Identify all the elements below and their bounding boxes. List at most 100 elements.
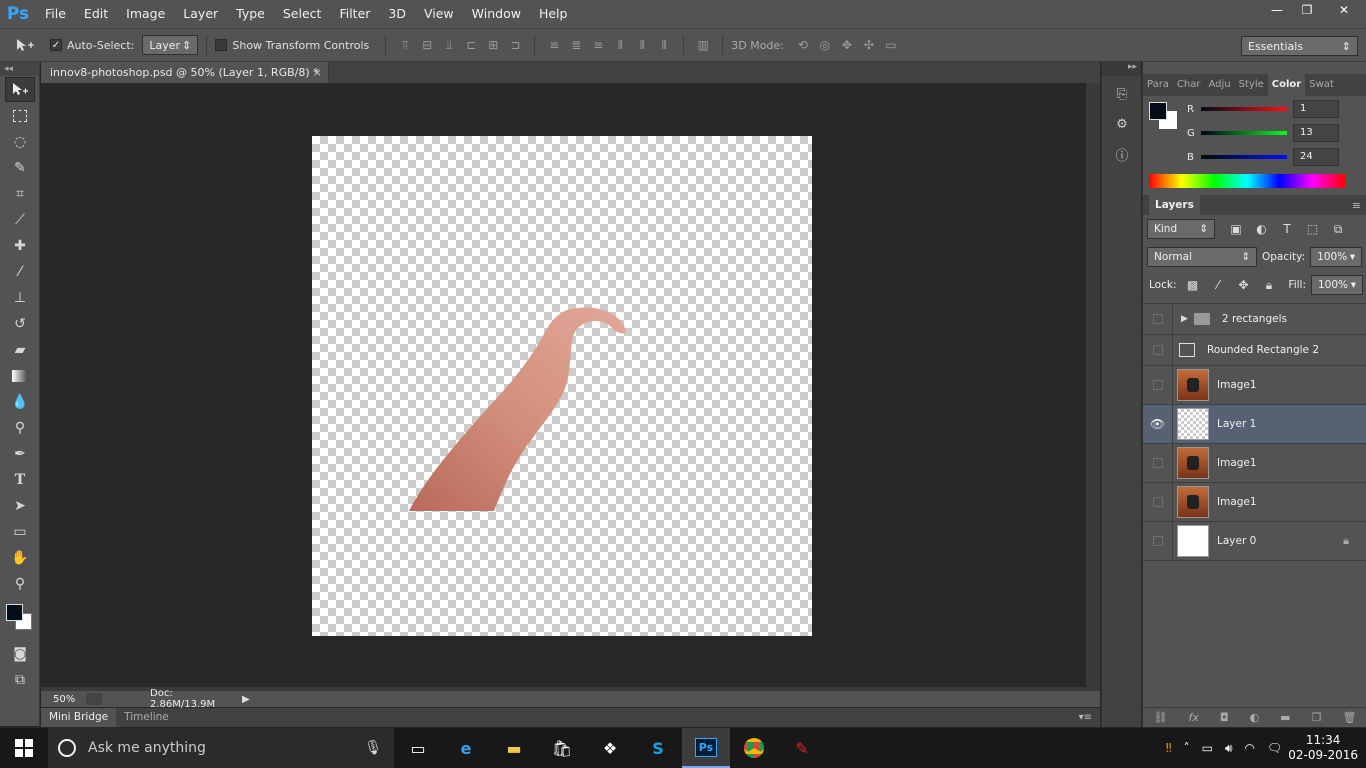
delete-layer-icon[interactable]: 🗑︎ bbox=[1342, 711, 1356, 724]
blue-value-input[interactable]: 24 bbox=[1293, 148, 1339, 166]
info-panel-icon[interactable]: ⓘ bbox=[1110, 142, 1134, 166]
layers-panel-title[interactable]: Layers bbox=[1149, 195, 1200, 215]
visibility-toggle[interactable]: 👁︎ bbox=[1143, 405, 1173, 443]
expand-arrow-icon[interactable]: ▶ bbox=[1181, 314, 1188, 324]
layer-row[interactable]: Image1 bbox=[1143, 366, 1366, 405]
auto-select-dropdown[interactable]: Layer ⇕ bbox=[142, 35, 199, 55]
menu-window[interactable]: Window bbox=[463, 0, 530, 28]
link-layers-icon[interactable]: ⛓ bbox=[1154, 711, 1168, 724]
dropbox-icon[interactable]: ❖ bbox=[586, 728, 634, 768]
notification-badge-icon[interactable]: ‼ bbox=[1166, 741, 1172, 755]
color-foreground-swatch[interactable] bbox=[1149, 102, 1167, 120]
layer-style-icon[interactable]: fx bbox=[1188, 711, 1198, 724]
pen-tool-icon[interactable]: ✒ bbox=[5, 441, 35, 466]
visibility-toggle[interactable] bbox=[1143, 522, 1173, 560]
visibility-toggle[interactable] bbox=[1143, 444, 1173, 482]
show-hidden-icons-icon[interactable]: ˄ bbox=[1184, 741, 1190, 755]
edge-icon[interactable]: e bbox=[442, 728, 490, 768]
lasso-tool-icon[interactable]: ◌ bbox=[5, 129, 35, 154]
foreground-color-swatch[interactable] bbox=[6, 604, 23, 621]
chrome-icon[interactable] bbox=[730, 728, 778, 768]
microphone-icon[interactable]: 🎙︎ bbox=[364, 740, 382, 756]
clone-stamp-tool-icon[interactable]: ⊥ bbox=[5, 285, 35, 310]
show-transform-checkbox[interactable] bbox=[215, 39, 228, 51]
task-view-icon[interactable]: ▭ bbox=[394, 728, 442, 768]
toolbox-header[interactable]: ◂◂ bbox=[0, 62, 39, 76]
panel-menu-icon[interactable]: ▾≡ bbox=[1079, 712, 1092, 723]
history-panel-icon[interactable]: ⎘ bbox=[1110, 82, 1134, 106]
3d-scale-icon[interactable]: ▭ bbox=[880, 35, 902, 55]
tab-adjustments[interactable]: Adju bbox=[1205, 74, 1235, 96]
minimize-button[interactable]: — bbox=[1262, 0, 1292, 20]
blend-mode-dropdown[interactable]: Normal ⇕ bbox=[1147, 247, 1257, 267]
quick-mask-icon[interactable]: ◙ bbox=[5, 641, 35, 666]
visibility-toggle[interactable] bbox=[1143, 304, 1173, 334]
visibility-toggle[interactable] bbox=[1143, 335, 1173, 365]
auto-align-icon[interactable]: ▥ bbox=[692, 35, 714, 55]
screen-mode-icon[interactable]: ⧉ bbox=[5, 667, 35, 692]
3d-pan-icon[interactable]: ✥ bbox=[836, 35, 858, 55]
menu-image[interactable]: Image bbox=[117, 0, 174, 28]
menu-file[interactable]: File bbox=[36, 0, 75, 28]
lock-transparent-icon[interactable]: ▩ bbox=[1181, 278, 1203, 292]
dock-collapse-icon[interactable]: ▸▸ bbox=[1102, 62, 1141, 76]
menu-select[interactable]: Select bbox=[274, 0, 331, 28]
zoom-level[interactable]: 50% bbox=[41, 694, 86, 705]
cortana-search[interactable]: Ask me anything 🎙︎ bbox=[48, 728, 394, 768]
history-brush-tool-icon[interactable]: ↺ bbox=[5, 311, 35, 336]
wifi-icon[interactable]: ◠ bbox=[1245, 741, 1255, 755]
type-tool-icon[interactable]: T bbox=[5, 467, 35, 492]
filter-smart-object-icon[interactable]: ⧉ bbox=[1327, 222, 1349, 237]
filter-pixel-icon[interactable]: ▣ bbox=[1225, 222, 1247, 236]
menu-help[interactable]: Help bbox=[530, 0, 577, 28]
align-vcenter-icon[interactable]: ⊟ bbox=[416, 35, 438, 55]
3d-roll-icon[interactable]: ◎ bbox=[814, 35, 836, 55]
status-menu-arrow-icon[interactable]: ▶ bbox=[242, 694, 250, 705]
acrobat-icon[interactable]: ✎ bbox=[778, 728, 826, 768]
document-canvas[interactable] bbox=[312, 136, 812, 636]
brush-tool-icon[interactable]: ⁄ bbox=[5, 259, 35, 284]
blue-slider[interactable] bbox=[1201, 155, 1287, 159]
layer-row[interactable]: ▶ 2 rectangels bbox=[1143, 304, 1366, 335]
dodge-tool-icon[interactable]: ⚲ bbox=[5, 415, 35, 440]
align-top-icon[interactable]: ⫪ bbox=[394, 35, 416, 55]
align-bottom-icon[interactable]: ⫫ bbox=[438, 35, 460, 55]
zoom-tool-icon[interactable]: ⚲ bbox=[5, 571, 35, 596]
tab-mini-bridge[interactable]: Mini Bridge bbox=[41, 708, 117, 727]
gradient-tool-icon[interactable] bbox=[5, 363, 35, 388]
rectangle-tool-icon[interactable]: ▭ bbox=[5, 519, 35, 544]
new-layer-icon[interactable]: ❐ bbox=[1312, 711, 1322, 724]
distribute-top-icon[interactable]: ≡ bbox=[543, 35, 565, 55]
fill-input[interactable]: 100% ▾ bbox=[1311, 275, 1363, 295]
red-value-input[interactable]: 1 bbox=[1293, 100, 1339, 118]
action-center-icon[interactable]: 🗨︎ bbox=[1267, 741, 1282, 755]
layer-row-selected[interactable]: 👁︎ Layer 1 bbox=[1143, 405, 1366, 444]
tab-character[interactable]: Char bbox=[1173, 74, 1205, 96]
start-button[interactable] bbox=[0, 728, 48, 768]
align-right-icon[interactable]: ⊐ bbox=[504, 35, 526, 55]
blur-tool-icon[interactable]: 💧 bbox=[5, 389, 35, 414]
healing-brush-tool-icon[interactable]: ✚ bbox=[5, 233, 35, 258]
close-tab-icon[interactable]: × bbox=[313, 62, 322, 83]
clock[interactable]: 11:34 02-09-2016 bbox=[1288, 733, 1358, 763]
new-group-icon[interactable]: ▬ bbox=[1280, 711, 1290, 724]
filter-kind-dropdown[interactable]: Kind ⇕ bbox=[1147, 219, 1215, 239]
distribute-left-icon[interactable]: ⦀ bbox=[609, 35, 631, 55]
red-slider[interactable] bbox=[1201, 107, 1287, 111]
menu-type[interactable]: Type bbox=[227, 0, 274, 28]
battery-icon[interactable]: ▭ bbox=[1202, 741, 1213, 755]
vertical-scrollbar[interactable] bbox=[1086, 83, 1100, 687]
hand-tool-icon[interactable]: ✋ bbox=[5, 545, 35, 570]
opacity-input[interactable]: 100% ▾ bbox=[1310, 247, 1363, 267]
menu-layer[interactable]: Layer bbox=[174, 0, 227, 28]
layer-row[interactable]: Layer 0 🔒︎ bbox=[1143, 522, 1366, 561]
layer-row[interactable]: Image1 bbox=[1143, 483, 1366, 522]
tab-styles[interactable]: Style bbox=[1235, 74, 1268, 96]
3d-slide-icon[interactable]: ✣ bbox=[858, 35, 880, 55]
filter-shape-icon[interactable]: ⬚ bbox=[1302, 222, 1324, 236]
green-slider[interactable] bbox=[1201, 131, 1287, 135]
visibility-toggle[interactable] bbox=[1143, 483, 1173, 521]
filter-type-icon[interactable]: T bbox=[1276, 222, 1298, 236]
distribute-right-icon[interactable]: ⦀ bbox=[653, 35, 675, 55]
3d-rotate-icon[interactable]: ⟲ bbox=[792, 35, 814, 55]
